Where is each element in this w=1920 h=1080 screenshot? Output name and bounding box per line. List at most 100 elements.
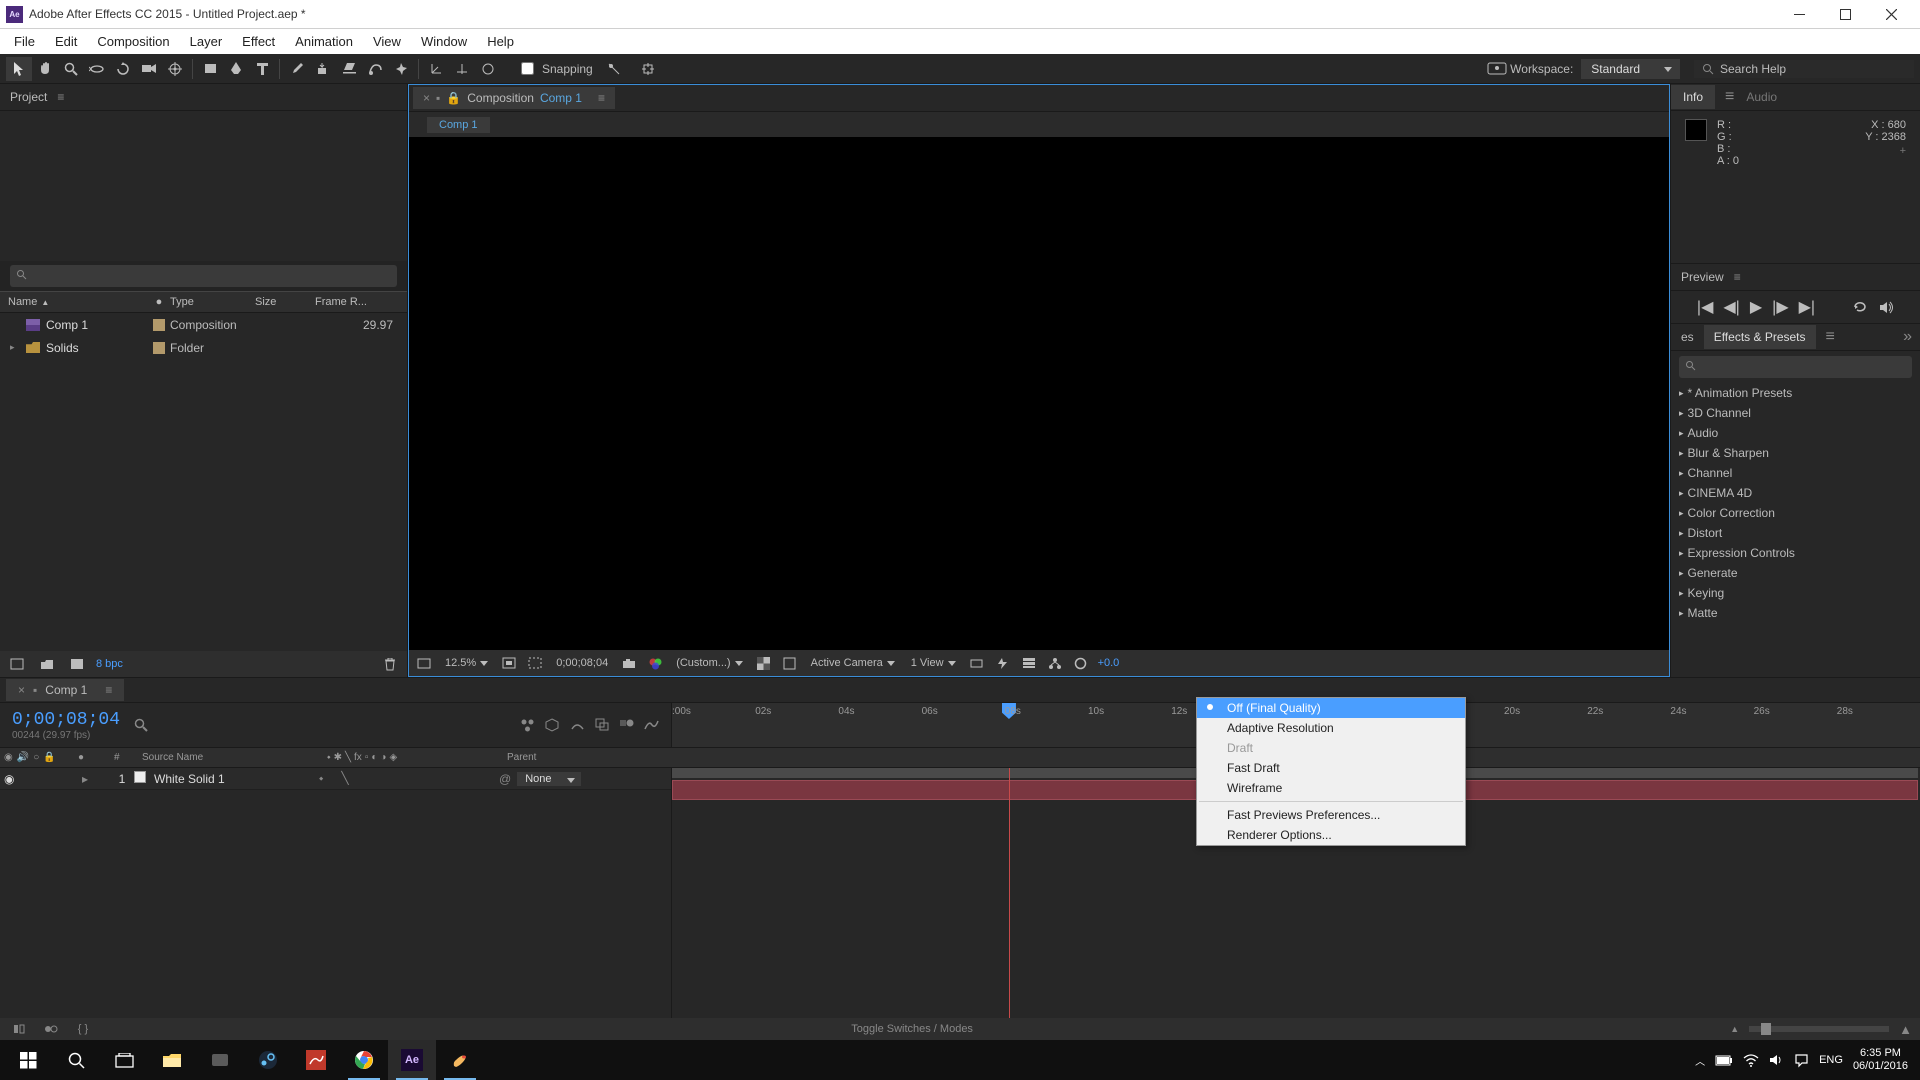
effect-category[interactable]: Matte <box>1671 603 1920 623</box>
panel-overflow-icon[interactable]: » <box>1903 328 1920 346</box>
snap-collapse-icon[interactable] <box>635 57 661 81</box>
snap-edge-icon[interactable] <box>601 57 627 81</box>
camera-dropdown[interactable]: Active Camera <box>807 655 899 671</box>
pixel-aspect-icon[interactable] <box>968 654 986 672</box>
close-button[interactable] <box>1868 0 1914 29</box>
menu-window[interactable]: Window <box>411 31 477 52</box>
tab-effects-presets[interactable]: Effects & Presets <box>1704 325 1816 349</box>
effect-category[interactable]: Generate <box>1671 563 1920 583</box>
taskbar-steam[interactable] <box>244 1040 292 1080</box>
effect-category[interactable]: Color Correction <box>1671 503 1920 523</box>
timeline-zoom-slider[interactable] <box>1749 1026 1889 1032</box>
fast-preview-icon[interactable] <box>994 654 1012 672</box>
tray-show-hidden-icon[interactable]: ︿ <box>1695 1053 1705 1068</box>
views-dropdown[interactable]: 1 View <box>907 655 960 671</box>
selection-tool[interactable] <box>6 57 32 81</box>
menu-file[interactable]: File <box>4 31 45 52</box>
puppet-tool[interactable] <box>388 57 414 81</box>
project-search-input[interactable] <box>10 265 397 287</box>
menu-item[interactable]: Wireframe <box>1197 778 1465 798</box>
comp-breadcrumb-item[interactable]: Comp 1 <box>427 117 490 133</box>
channel-icon[interactable] <box>646 654 664 672</box>
label-column-icon[interactable]: ● <box>78 752 84 763</box>
effect-category[interactable]: Keying <box>1671 583 1920 603</box>
tab-es-truncated[interactable]: es <box>1671 325 1704 349</box>
taskbar-file-explorer[interactable] <box>148 1040 196 1080</box>
current-timecode[interactable]: 0;00;08;04 <box>12 710 120 730</box>
zoom-in-icon[interactable]: ▲ <box>1899 1022 1912 1037</box>
workspace-dropdown[interactable]: Standard <box>1581 59 1680 79</box>
eraser-tool[interactable] <box>336 57 362 81</box>
tray-clock[interactable]: 6:35 PM 06/01/2016 <box>1853 1047 1908 1073</box>
pan-behind-tool[interactable] <box>162 57 188 81</box>
effect-category[interactable]: Audio <box>1671 423 1920 443</box>
sync-settings-icon[interactable] <box>1484 57 1510 81</box>
parent-dropdown[interactable]: None <box>517 772 581 786</box>
tray-battery-icon[interactable] <box>1715 1055 1733 1066</box>
comp-mini-flowchart-icon[interactable] <box>520 718 535 732</box>
effect-category[interactable]: * Animation Presets <box>1671 383 1920 403</box>
lock-column-icon[interactable]: 🔒 <box>43 752 55 763</box>
task-view-button[interactable] <box>100 1040 148 1080</box>
parent-pickwhip-icon[interactable]: @ <box>499 772 511 786</box>
bit-depth-button[interactable]: 8 bpc <box>96 658 123 670</box>
maximize-button[interactable] <box>1822 0 1868 29</box>
layer-row[interactable]: ◉ ▸ 1 White Solid 1 ⬩ ╲ <box>0 768 671 790</box>
quality-switch[interactable]: ╲ <box>341 771 348 786</box>
resolution-icon[interactable] <box>500 654 518 672</box>
roi-icon[interactable] <box>526 654 544 672</box>
camera-tool[interactable] <box>136 57 162 81</box>
zoom-out-icon[interactable]: ▲ <box>1730 1024 1739 1034</box>
clone-tool[interactable] <box>310 57 336 81</box>
brush-tool[interactable] <box>284 57 310 81</box>
timeline-tab[interactable]: × ▪ Comp 1 ≡ <box>6 679 124 701</box>
comp-panel-menu-icon[interactable]: ≡ <box>598 91 605 105</box>
layer-expand-icon[interactable]: ▸ <box>78 772 92 786</box>
exposure-value[interactable]: +0.0 <box>1098 657 1120 669</box>
project-item-comp[interactable]: Comp 1 Composition 29.97 <box>0 313 407 336</box>
effects-panel-menu-icon[interactable]: ≡ <box>1826 328 1835 346</box>
frame-blend-icon[interactable] <box>595 718 609 732</box>
toggle-switches-icon-3[interactable]: { } <box>72 1019 94 1039</box>
timecode-search-icon[interactable] <box>134 718 148 732</box>
effect-category[interactable]: CINEMA 4D <box>1671 483 1920 503</box>
taskbar-chrome[interactable] <box>340 1040 388 1080</box>
lock-icon[interactable]: 🔒 <box>446 91 461 105</box>
menu-composition[interactable]: Composition <box>87 31 179 52</box>
tab-audio[interactable]: Audio <box>1734 85 1789 109</box>
playhead-line[interactable] <box>1009 768 1010 1018</box>
comp-viewport[interactable] <box>409 137 1669 650</box>
tab-info[interactable]: Info <box>1671 85 1715 109</box>
menu-item[interactable]: Renderer Options... <box>1197 825 1465 845</box>
view-axis-icon[interactable] <box>475 57 501 81</box>
taskbar-app-2[interactable] <box>292 1040 340 1080</box>
tray-volume-icon[interactable] <box>1769 1053 1784 1067</box>
menu-edit[interactable]: Edit <box>45 31 87 52</box>
toggle-switches-icon-1[interactable] <box>8 1019 30 1039</box>
menu-item[interactable]: Fast Draft <box>1197 758 1465 778</box>
menu-layer[interactable]: Layer <box>180 31 233 52</box>
play-button[interactable]: ▶ <box>1750 297 1762 317</box>
tray-wifi-icon[interactable] <box>1743 1054 1759 1067</box>
video-column-icon[interactable]: ◉ <box>4 752 13 763</box>
resolution-dropdown[interactable]: (Custom...) <box>672 655 746 671</box>
snapshot-icon[interactable] <box>620 654 638 672</box>
orbit-tool[interactable] <box>84 57 110 81</box>
tray-language[interactable]: ENG <box>1819 1054 1843 1066</box>
last-frame-button[interactable]: ▶| <box>1799 297 1815 317</box>
delete-icon[interactable] <box>379 654 401 674</box>
world-axis-icon[interactable] <box>449 57 475 81</box>
taskbar-paint[interactable] <box>436 1040 484 1080</box>
hand-tool[interactable] <box>32 57 58 81</box>
index-column-header[interactable]: # <box>114 752 138 763</box>
pen-tool[interactable] <box>223 57 249 81</box>
hide-shy-icon[interactable] <box>570 718 585 732</box>
effect-category[interactable]: Blur & Sharpen <box>1671 443 1920 463</box>
next-frame-button[interactable]: |▶ <box>1772 297 1788 317</box>
zoom-tool[interactable] <box>58 57 84 81</box>
info-panel-menu-icon[interactable]: ≡ <box>1725 88 1734 106</box>
reset-exposure-icon[interactable] <box>1072 654 1090 672</box>
solo-column-icon[interactable]: ○ <box>33 752 39 763</box>
roto-brush-tool[interactable] <box>362 57 388 81</box>
menu-item[interactable]: Adaptive Resolution <box>1197 718 1465 738</box>
